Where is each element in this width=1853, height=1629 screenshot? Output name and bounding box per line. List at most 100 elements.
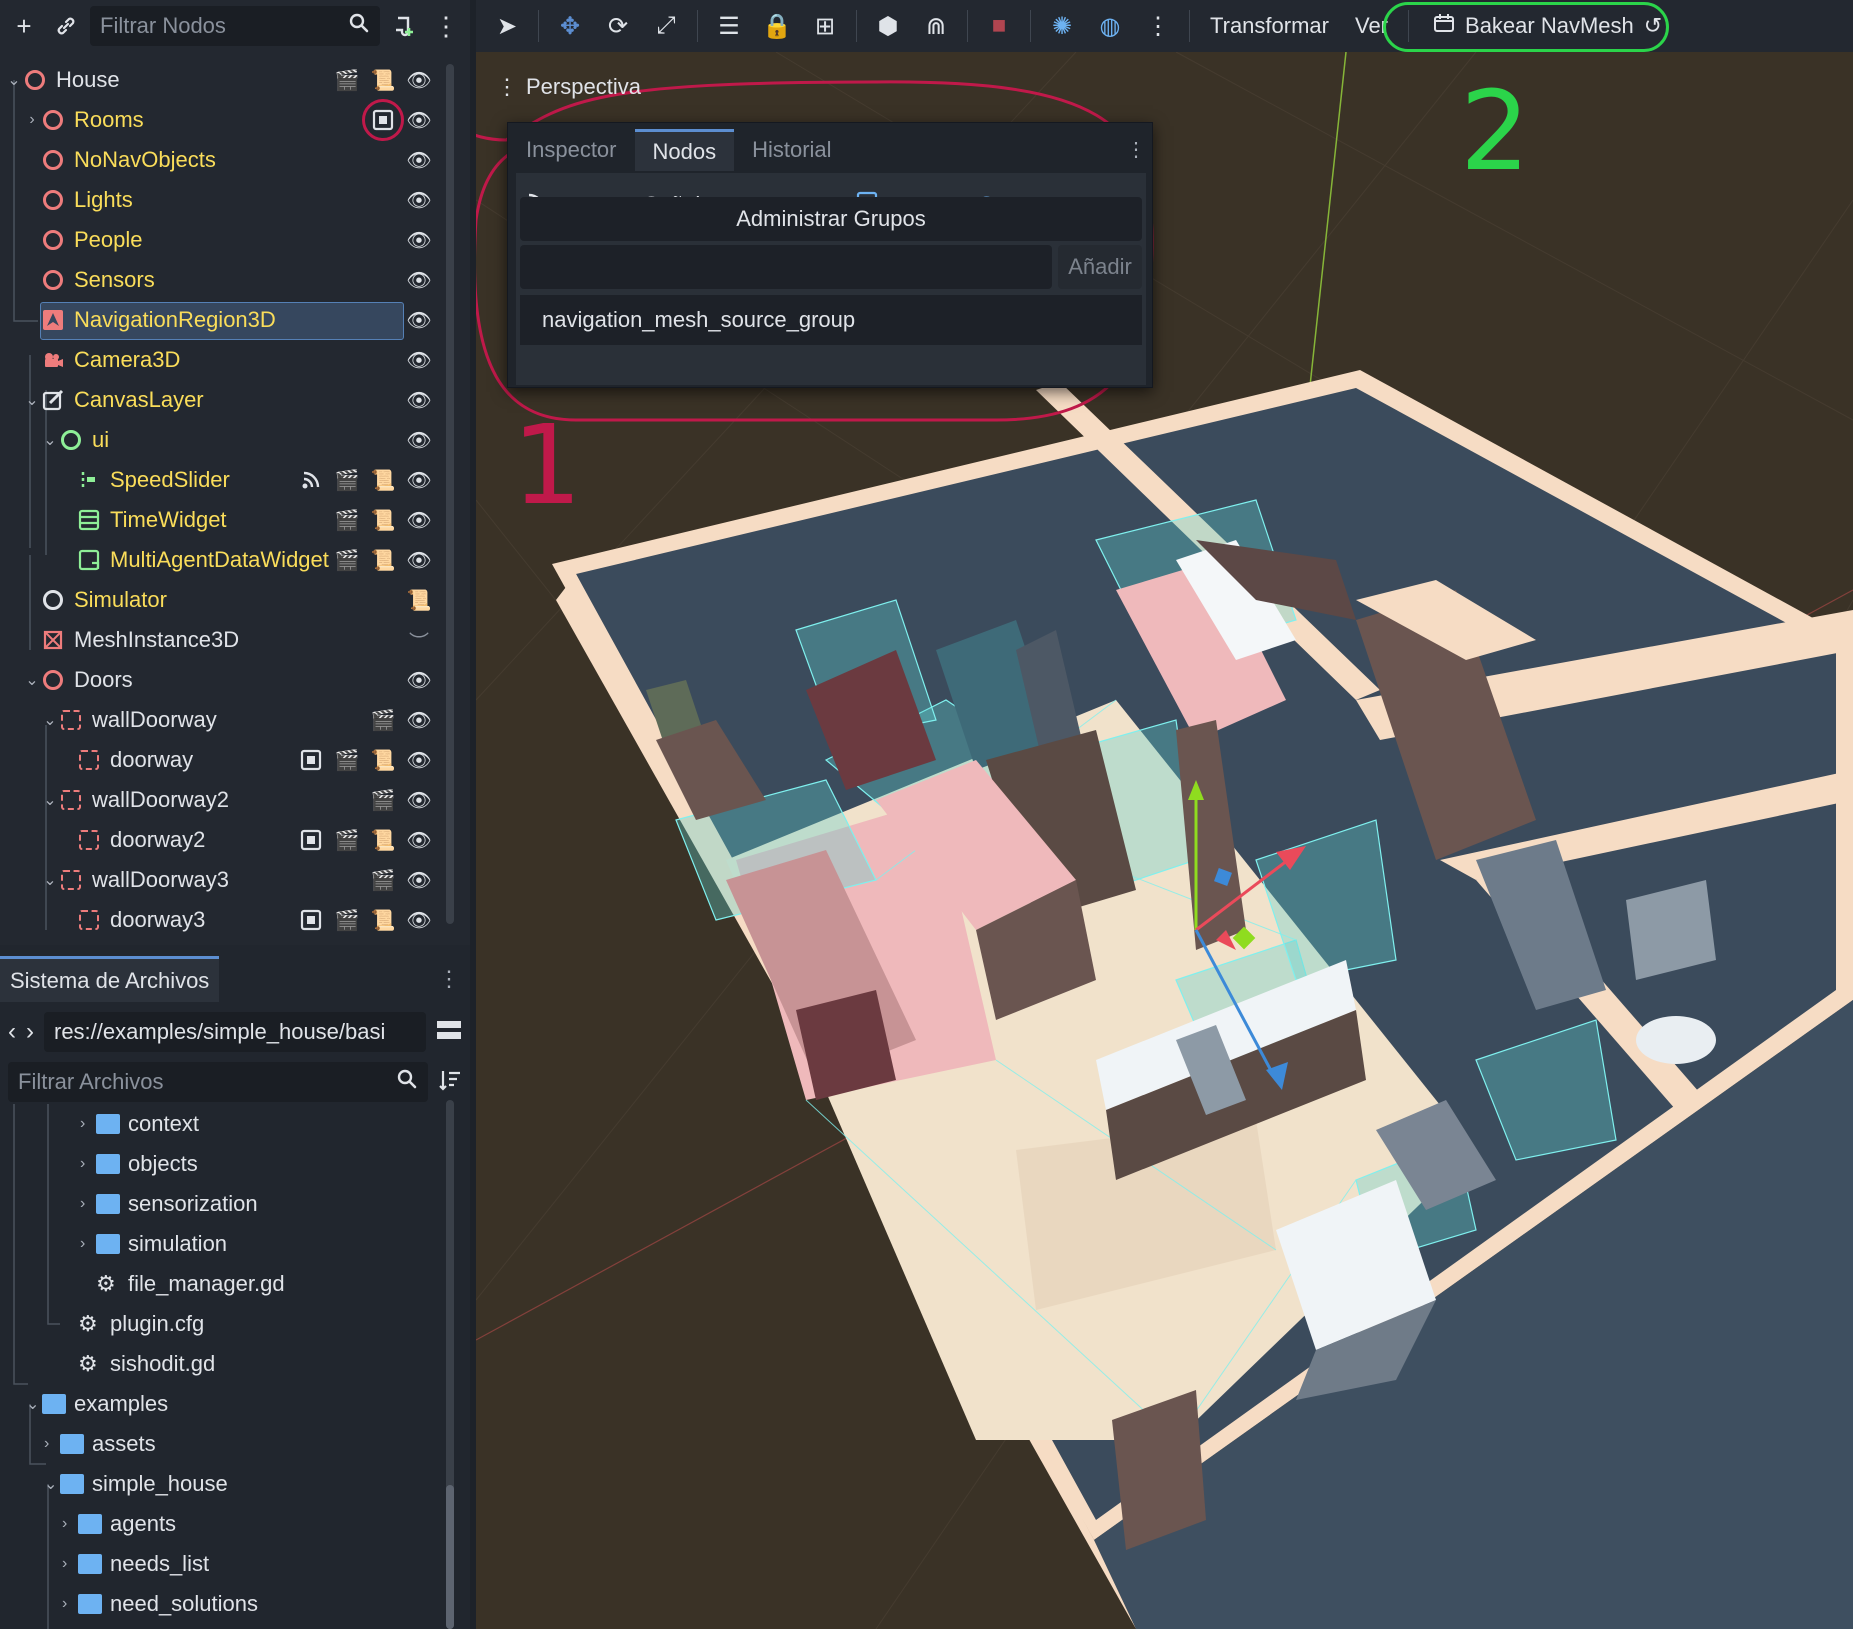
back-arrow-icon[interactable]: ‹: [8, 1018, 16, 1046]
file-filter-input[interactable]: Filtrar Archivos: [8, 1062, 428, 1102]
split-view-icon[interactable]: [436, 1018, 462, 1047]
visibility-eye-icon[interactable]: 👁: [406, 507, 432, 533]
file-item-folder[interactable]: › assets: [0, 1424, 460, 1464]
tree-row-walldoorway3[interactable]: ⌄ wallDoorway3 🎬 👁: [0, 860, 460, 900]
visibility-eye-icon[interactable]: 👁: [406, 827, 432, 853]
chevron-down-icon[interactable]: ⌄: [42, 710, 58, 730]
chevron-right-icon[interactable]: ›: [80, 1195, 85, 1213]
file-scrollbar-thumb[interactable]: [446, 1485, 454, 1629]
chevron-right-icon[interactable]: ›: [80, 1115, 85, 1133]
chevron-down-icon[interactable]: ⌄: [26, 1394, 39, 1414]
instance-icon[interactable]: 🎬: [370, 867, 396, 893]
chevron-right-icon[interactable]: ›: [62, 1555, 67, 1573]
chevron-right-icon[interactable]: ›: [80, 1155, 85, 1173]
tree-row-doorway2[interactable]: doorway2 🎬 📜 👁: [0, 820, 460, 860]
tree-row-ui[interactable]: ⌄ ui 👁: [0, 420, 460, 460]
tree-row-walldoorway[interactable]: ⌄ wallDoorway 🎬 👁: [0, 700, 460, 740]
script-icon[interactable]: 📜: [370, 547, 396, 573]
instance-icon[interactable]: 🎬: [334, 67, 360, 93]
visibility-eye-icon[interactable]: 👁: [406, 867, 432, 893]
kebab-menu-icon[interactable]: ⋮: [438, 966, 460, 992]
tree-row-lights[interactable]: Lights 👁: [0, 180, 460, 220]
instance-icon[interactable]: 🎬: [334, 747, 360, 773]
chevron-down-icon[interactable]: ⌄: [24, 390, 40, 410]
visibility-eye-icon[interactable]: 👁: [406, 787, 432, 813]
scene-scrollbar[interactable]: [446, 64, 454, 924]
file-item-folder[interactable]: › sensorization: [0, 1184, 460, 1224]
group-select-icon[interactable]: ⊞: [808, 9, 842, 43]
tree-row-sensors[interactable]: Sensors 👁: [0, 260, 460, 300]
file-item-folder[interactable]: › agents: [0, 1504, 460, 1544]
script-icon[interactable]: 📜: [370, 827, 396, 853]
instance-icon[interactable]: 🎬: [334, 907, 360, 933]
tree-row-simulator[interactable]: Simulator 📜: [0, 580, 460, 620]
instance-icon[interactable]: 🎬: [370, 787, 396, 813]
tree-row-rooms[interactable]: › Rooms 👁: [0, 99, 460, 141]
visibility-eye-icon[interactable]: 👁: [406, 347, 432, 373]
visibility-eye-icon[interactable]: 👁: [406, 707, 432, 733]
chevron-down-icon[interactable]: ⌄: [42, 870, 58, 890]
rotate-tool-icon[interactable]: ⟳: [601, 9, 635, 43]
group-icon[interactable]: [362, 99, 404, 141]
forward-arrow-icon[interactable]: ›: [26, 1018, 34, 1046]
script-icon[interactable]: 📜: [370, 907, 396, 933]
camera-preview-icon[interactable]: ■: [982, 9, 1016, 43]
move-tool-icon[interactable]: ✥: [553, 9, 587, 43]
file-item-folder[interactable]: › need_solutions: [0, 1584, 460, 1624]
instance-icon[interactable]: 🎬: [334, 507, 360, 533]
hidden-eye-icon[interactable]: ︶: [406, 627, 432, 654]
sort-icon[interactable]: [438, 1068, 462, 1097]
visibility-eye-icon[interactable]: 👁: [406, 307, 432, 333]
script-icon[interactable]: 📜: [370, 507, 396, 533]
script-icon[interactable]: 📜: [370, 67, 396, 93]
perspective-menu[interactable]: ⋮ Perspectiva: [496, 74, 641, 100]
add-group-button[interactable]: Añadir: [1058, 245, 1142, 289]
path-input[interactable]: res://examples/simple_house/basi: [44, 1012, 426, 1052]
tree-row-navigationregion3d[interactable]: NavigationRegion3D 👁: [0, 300, 460, 340]
file-item-folder[interactable]: ⌄ examples: [0, 1384, 460, 1424]
visibility-eye-icon[interactable]: 👁: [406, 67, 432, 93]
tab-inspector[interactable]: Inspector: [508, 129, 635, 171]
file-item-folder[interactable]: › objects: [0, 1624, 460, 1629]
script-icon[interactable]: 📜: [370, 467, 396, 493]
visibility-eye-icon[interactable]: 👁: [406, 747, 432, 773]
group-name-input[interactable]: [520, 245, 1052, 289]
tree-row-canvaslayer[interactable]: ⌄ CanvasLayer 👁: [0, 380, 460, 420]
chevron-down-icon[interactable]: ⌄: [42, 430, 58, 450]
chevron-down-icon[interactable]: ⌄: [44, 1474, 57, 1494]
tree-row-speedslider[interactable]: SpeedSlider 🎬 📜 👁: [0, 460, 460, 500]
visibility-eye-icon[interactable]: 👁: [406, 467, 432, 493]
tab-history[interactable]: Historial: [734, 129, 849, 171]
script-icon[interactable]: 📜: [370, 747, 396, 773]
chevron-right-icon[interactable]: ›: [62, 1515, 67, 1533]
chevron-right-icon[interactable]: ›: [62, 1595, 67, 1613]
file-item-folder[interactable]: ⌄ simple_house: [0, 1464, 460, 1504]
tree-row-house[interactable]: ⌄ House 🎬 📜 👁: [0, 60, 460, 100]
select-tool-icon[interactable]: ➤: [490, 9, 524, 43]
tree-row-nonavobjects[interactable]: NoNavObjects 👁: [0, 140, 460, 180]
visibility-eye-icon[interactable]: 👁: [406, 427, 432, 453]
visibility-eye-icon[interactable]: 👁: [406, 267, 432, 293]
file-item-config[interactable]: ⚙ plugin.cfg: [0, 1304, 460, 1344]
tree-row-multiagentdatawidget[interactable]: MultiAgentDataWidget 🎬 📜 👁: [0, 540, 460, 580]
tree-row-meshinstance3d[interactable]: MeshInstance3D ︶: [0, 620, 460, 660]
file-item-folder[interactable]: › simulation: [0, 1224, 460, 1264]
visibility-eye-icon[interactable]: 👁: [406, 147, 432, 173]
visibility-eye-icon[interactable]: 👁: [406, 107, 432, 133]
tree-row-walldoorway2[interactable]: ⌄ wallDoorway2 🎬 👁: [0, 780, 460, 820]
list-select-icon[interactable]: ☰: [712, 9, 746, 43]
tree-row-doorway[interactable]: doorway 🎬 📜 👁: [0, 740, 460, 780]
signal-icon[interactable]: [298, 467, 324, 493]
group-icon[interactable]: [298, 827, 324, 853]
chevron-right-icon[interactable]: ›: [80, 1235, 85, 1253]
instance-icon[interactable]: 🎬: [334, 467, 360, 493]
visibility-eye-icon[interactable]: 👁: [406, 187, 432, 213]
tree-row-doorway3[interactable]: doorway3 🎬 📜 👁: [0, 900, 460, 940]
chevron-down-icon[interactable]: ⌄: [24, 670, 40, 690]
filesystem-tab[interactable]: Sistema de Archivos: [0, 956, 220, 1002]
file-item-script[interactable]: ⚙ file_manager.gd: [0, 1264, 460, 1304]
lock-icon[interactable]: 🔒: [760, 9, 794, 43]
visibility-eye-icon[interactable]: 👁: [406, 667, 432, 693]
chevron-down-icon[interactable]: ⌄: [42, 790, 58, 810]
environment-globe-icon[interactable]: ◍: [1093, 9, 1127, 43]
